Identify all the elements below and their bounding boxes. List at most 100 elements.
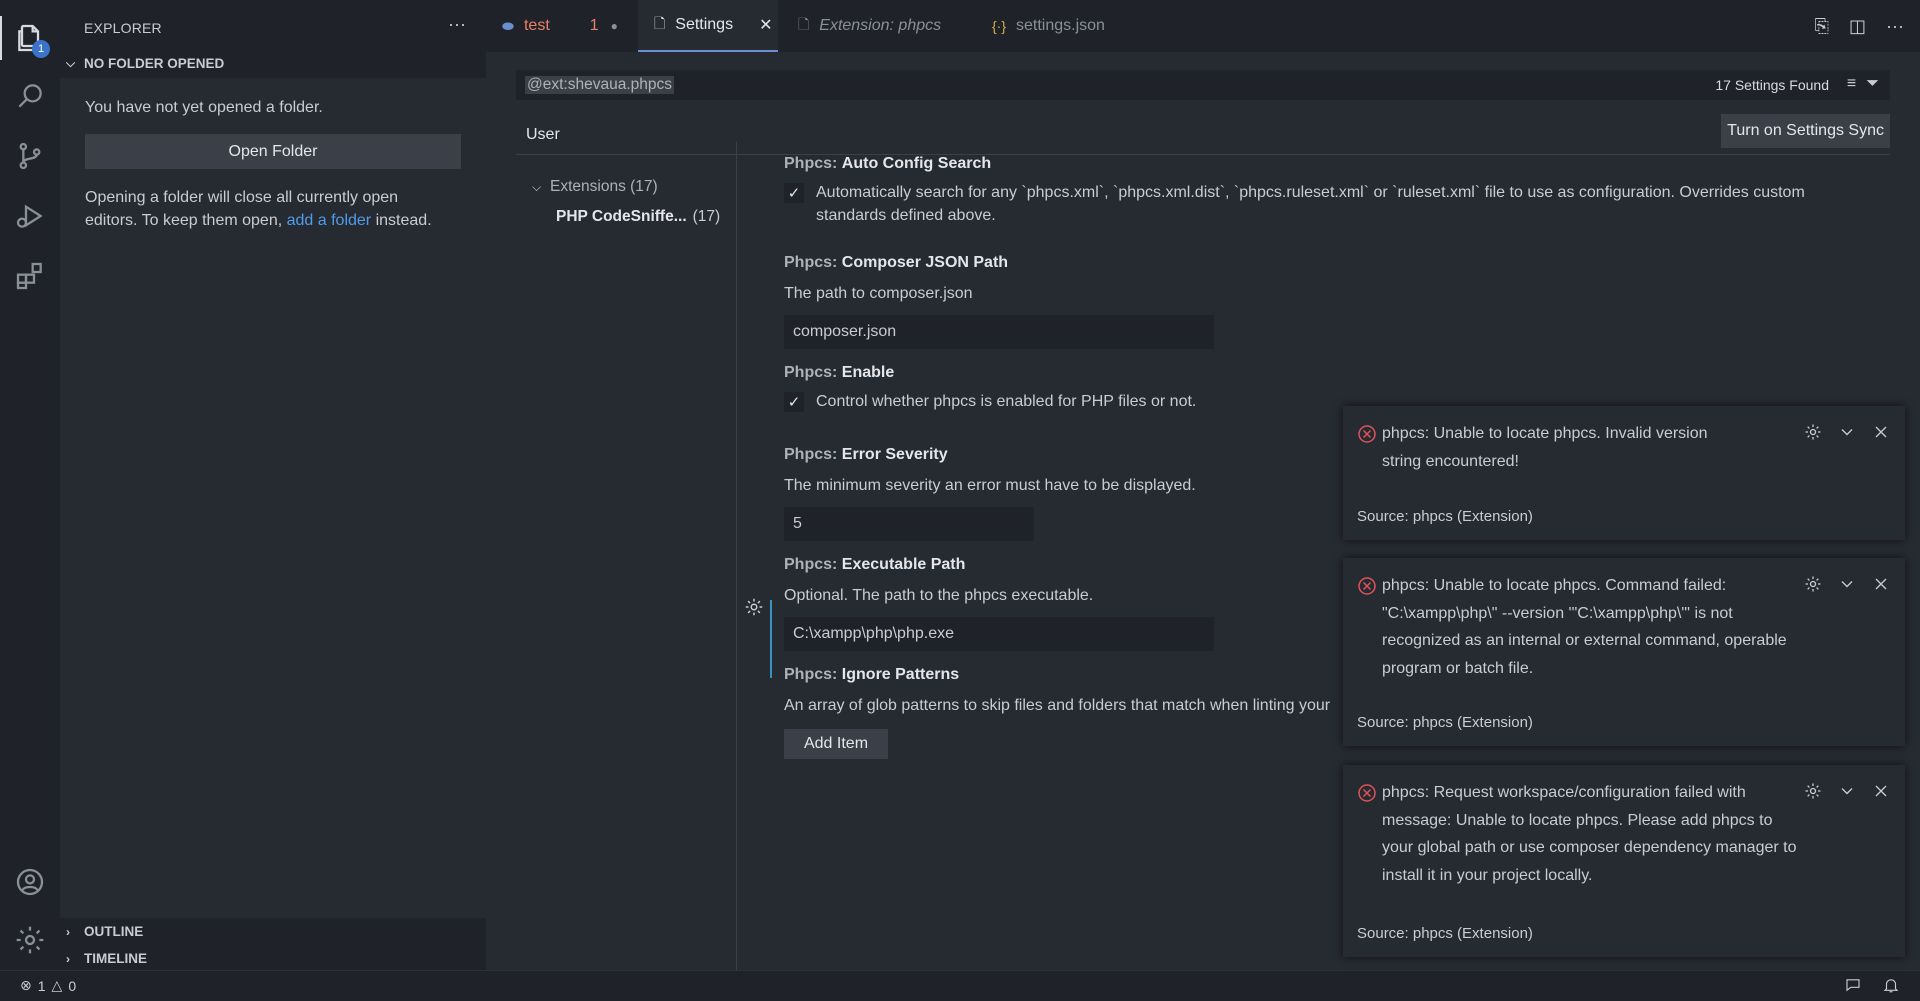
open-settings-json-icon[interactable]: ⎘	[1815, 16, 1829, 37]
tab-label: settings.json	[1016, 17, 1105, 34]
vscode-window: 1 EXPLORER ··· ⌵ NO FOLDER OPENED You ha…	[0, 0, 1920, 1001]
setting-title: Phpcs: Enable	[784, 364, 1884, 382]
notification-message: phpcs: Unable to locate phpcs. Invalid v…	[1382, 425, 1708, 470]
more-actions-icon[interactable]: ···	[1886, 16, 1904, 37]
source-control-icon[interactable]	[12, 138, 48, 174]
tab-label: Settings	[675, 16, 734, 33]
notification-toast: phpcs: Unable to locate phpcs. Command f…	[1343, 558, 1905, 746]
notification-source: Source: phpcs (Extension)	[1357, 714, 1533, 731]
toc-php-codesniffer[interactable]: PHP CodeSniffe... (17)	[556, 208, 720, 226]
error-circle-icon: ⊗	[20, 977, 32, 993]
settings-toc: ⌵ Extensions (17) PHP CodeSniffe... (17)	[532, 178, 720, 225]
setting-category: Phpcs:	[784, 364, 838, 381]
tab-settings-json[interactable]: {·} settings.json	[976, 0, 1130, 52]
note-text-2: editors. To keep them open,	[85, 212, 283, 229]
settings-found-count: 17 Settings Found	[1715, 77, 1829, 93]
turn-on-settings-sync-button[interactable]: Turn on Settings Sync	[1721, 114, 1890, 148]
chevron-down-icon[interactable]	[1837, 422, 1857, 442]
setting-category: Phpcs:	[784, 666, 838, 683]
gear-icon[interactable]	[1803, 574, 1823, 594]
setting-title: Phpcs: Auto Config Search	[784, 155, 1884, 173]
notification-actions	[1803, 781, 1891, 801]
close-icon[interactable]: ✕	[759, 15, 772, 35]
chevron-right-icon: ›	[66, 924, 70, 939]
chevron-down-icon: ⌵	[66, 56, 76, 70]
error-icon	[1358, 425, 1376, 443]
error-icon	[1358, 784, 1376, 802]
search-icon[interactable]	[12, 78, 48, 114]
error-severity-input[interactable]: 5	[784, 507, 1034, 541]
error-icon	[1358, 577, 1376, 595]
settings-search-input[interactable]: @ext:shevaua.phpcs 17 Settings Found ≡ ⏷	[516, 70, 1890, 100]
setting-auto-config-search: Phpcs: Auto Config Search ✓ Automaticall…	[784, 155, 1884, 227]
executable-path-input[interactable]: C:\xampp\php\php.exe	[784, 617, 1214, 651]
file-icon: 🗋	[654, 15, 666, 31]
active-indicator	[0, 16, 2, 60]
run-debug-icon[interactable]	[12, 198, 48, 234]
more-actions-icon[interactable]: ···	[448, 14, 466, 35]
close-icon[interactable]	[1871, 574, 1891, 594]
checkbox-label: Automatically search for any `phpcs.xml`…	[816, 184, 1805, 224]
open-folder-button[interactable]: Open Folder	[85, 134, 461, 169]
activity-bar: 1	[0, 0, 60, 970]
clear-filter-icon[interactable]: ≡	[1847, 75, 1856, 93]
notification-actions	[1803, 574, 1891, 594]
unsaved-dot-icon: ●	[610, 19, 618, 33]
tab-settings[interactable]: 🗋 Settings ✕	[638, 0, 778, 52]
close-icon[interactable]	[1871, 781, 1891, 801]
checkbox-row: ✓ Automatically search for any `phpcs.xm…	[784, 181, 1884, 227]
open-folder-note: Opening a folder will close all currentl…	[85, 186, 432, 232]
setting-category: Phpcs:	[784, 155, 838, 172]
setting-category: Phpcs:	[784, 446, 838, 463]
enable-checkbox[interactable]: ✓	[784, 392, 804, 412]
chevron-down-icon[interactable]	[1837, 781, 1857, 801]
notification-toast: phpcs: Unable to locate phpcs. Invalid v…	[1343, 406, 1905, 540]
setting-name: Enable	[841, 364, 895, 381]
extensions-icon[interactable]	[12, 258, 48, 294]
tab-test[interactable]: ⬬ test 1 ●	[486, 0, 634, 52]
gear-icon[interactable]	[1803, 422, 1823, 442]
close-icon[interactable]	[1871, 422, 1891, 442]
sidebar-title: EXPLORER	[84, 20, 162, 36]
notification-message: phpcs: Request workspace/configuration f…	[1382, 784, 1797, 884]
account-icon[interactable]	[12, 864, 48, 900]
setting-name: Executable Path	[841, 556, 966, 573]
toc-divider	[736, 142, 737, 972]
file-icon: 🗋	[798, 16, 810, 32]
notification-toast: phpcs: Request workspace/configuration f…	[1343, 765, 1905, 957]
setting-gear-icon[interactable]	[743, 596, 765, 618]
explorer-badge: 1	[32, 40, 50, 58]
add-item-button[interactable]: Add Item	[784, 729, 888, 759]
toc-extensions-label: Extensions (17)	[550, 178, 658, 195]
feedback-icon[interactable]	[1844, 976, 1862, 994]
gear-icon[interactable]	[12, 922, 48, 958]
no-folder-panel: You have not yet opened a folder. Open F…	[60, 78, 486, 918]
json-braces-icon: {·}	[992, 18, 1007, 34]
setting-category: Phpcs:	[784, 254, 838, 271]
tab-user[interactable]: User	[526, 126, 560, 155]
setting-name: Composer JSON Path	[841, 254, 1009, 271]
toc-sub-label: PHP CodeSniffe...	[556, 208, 687, 225]
setting-composer-json-path: Phpcs: Composer JSON Path The path to co…	[784, 254, 1884, 349]
outline-section-header[interactable]: › OUTLINE	[66, 924, 143, 939]
composer-json-path-input[interactable]: composer.json	[784, 315, 1214, 349]
timeline-section-header[interactable]: › TIMELINE	[66, 951, 147, 966]
bell-icon[interactable]	[1882, 976, 1900, 994]
status-right	[1844, 976, 1900, 994]
no-folder-section-header[interactable]: ⌵ NO FOLDER OPENED	[66, 56, 224, 71]
chevron-down-icon[interactable]	[1837, 574, 1857, 594]
filter-icon[interactable]: ⏷	[1866, 75, 1879, 93]
editor-tab-bar: ⬬ test 1 ● 🗋 Settings ✕ 🗋 Extension: php…	[486, 0, 1920, 52]
setting-name: Error Severity	[841, 446, 948, 463]
setting-title: Phpcs: Composer JSON Path	[784, 254, 1884, 272]
toc-extensions[interactable]: ⌵ Extensions (17)	[532, 178, 658, 196]
split-editor-icon[interactable]: ◫	[1849, 16, 1866, 37]
problems-indicator[interactable]: ⊗ 1 △ 0	[20, 977, 76, 994]
notification-source: Source: phpcs (Extension)	[1357, 925, 1533, 942]
warning-icon: △	[51, 977, 63, 993]
auto-config-search-checkbox[interactable]: ✓	[784, 183, 804, 203]
gear-icon[interactable]	[1803, 781, 1823, 801]
add-folder-link[interactable]: add a folder	[287, 212, 372, 229]
no-folder-message: You have not yet opened a folder.	[85, 99, 323, 116]
tab-extension-phpcs[interactable]: 🗋 Extension: phpcs	[782, 0, 962, 52]
